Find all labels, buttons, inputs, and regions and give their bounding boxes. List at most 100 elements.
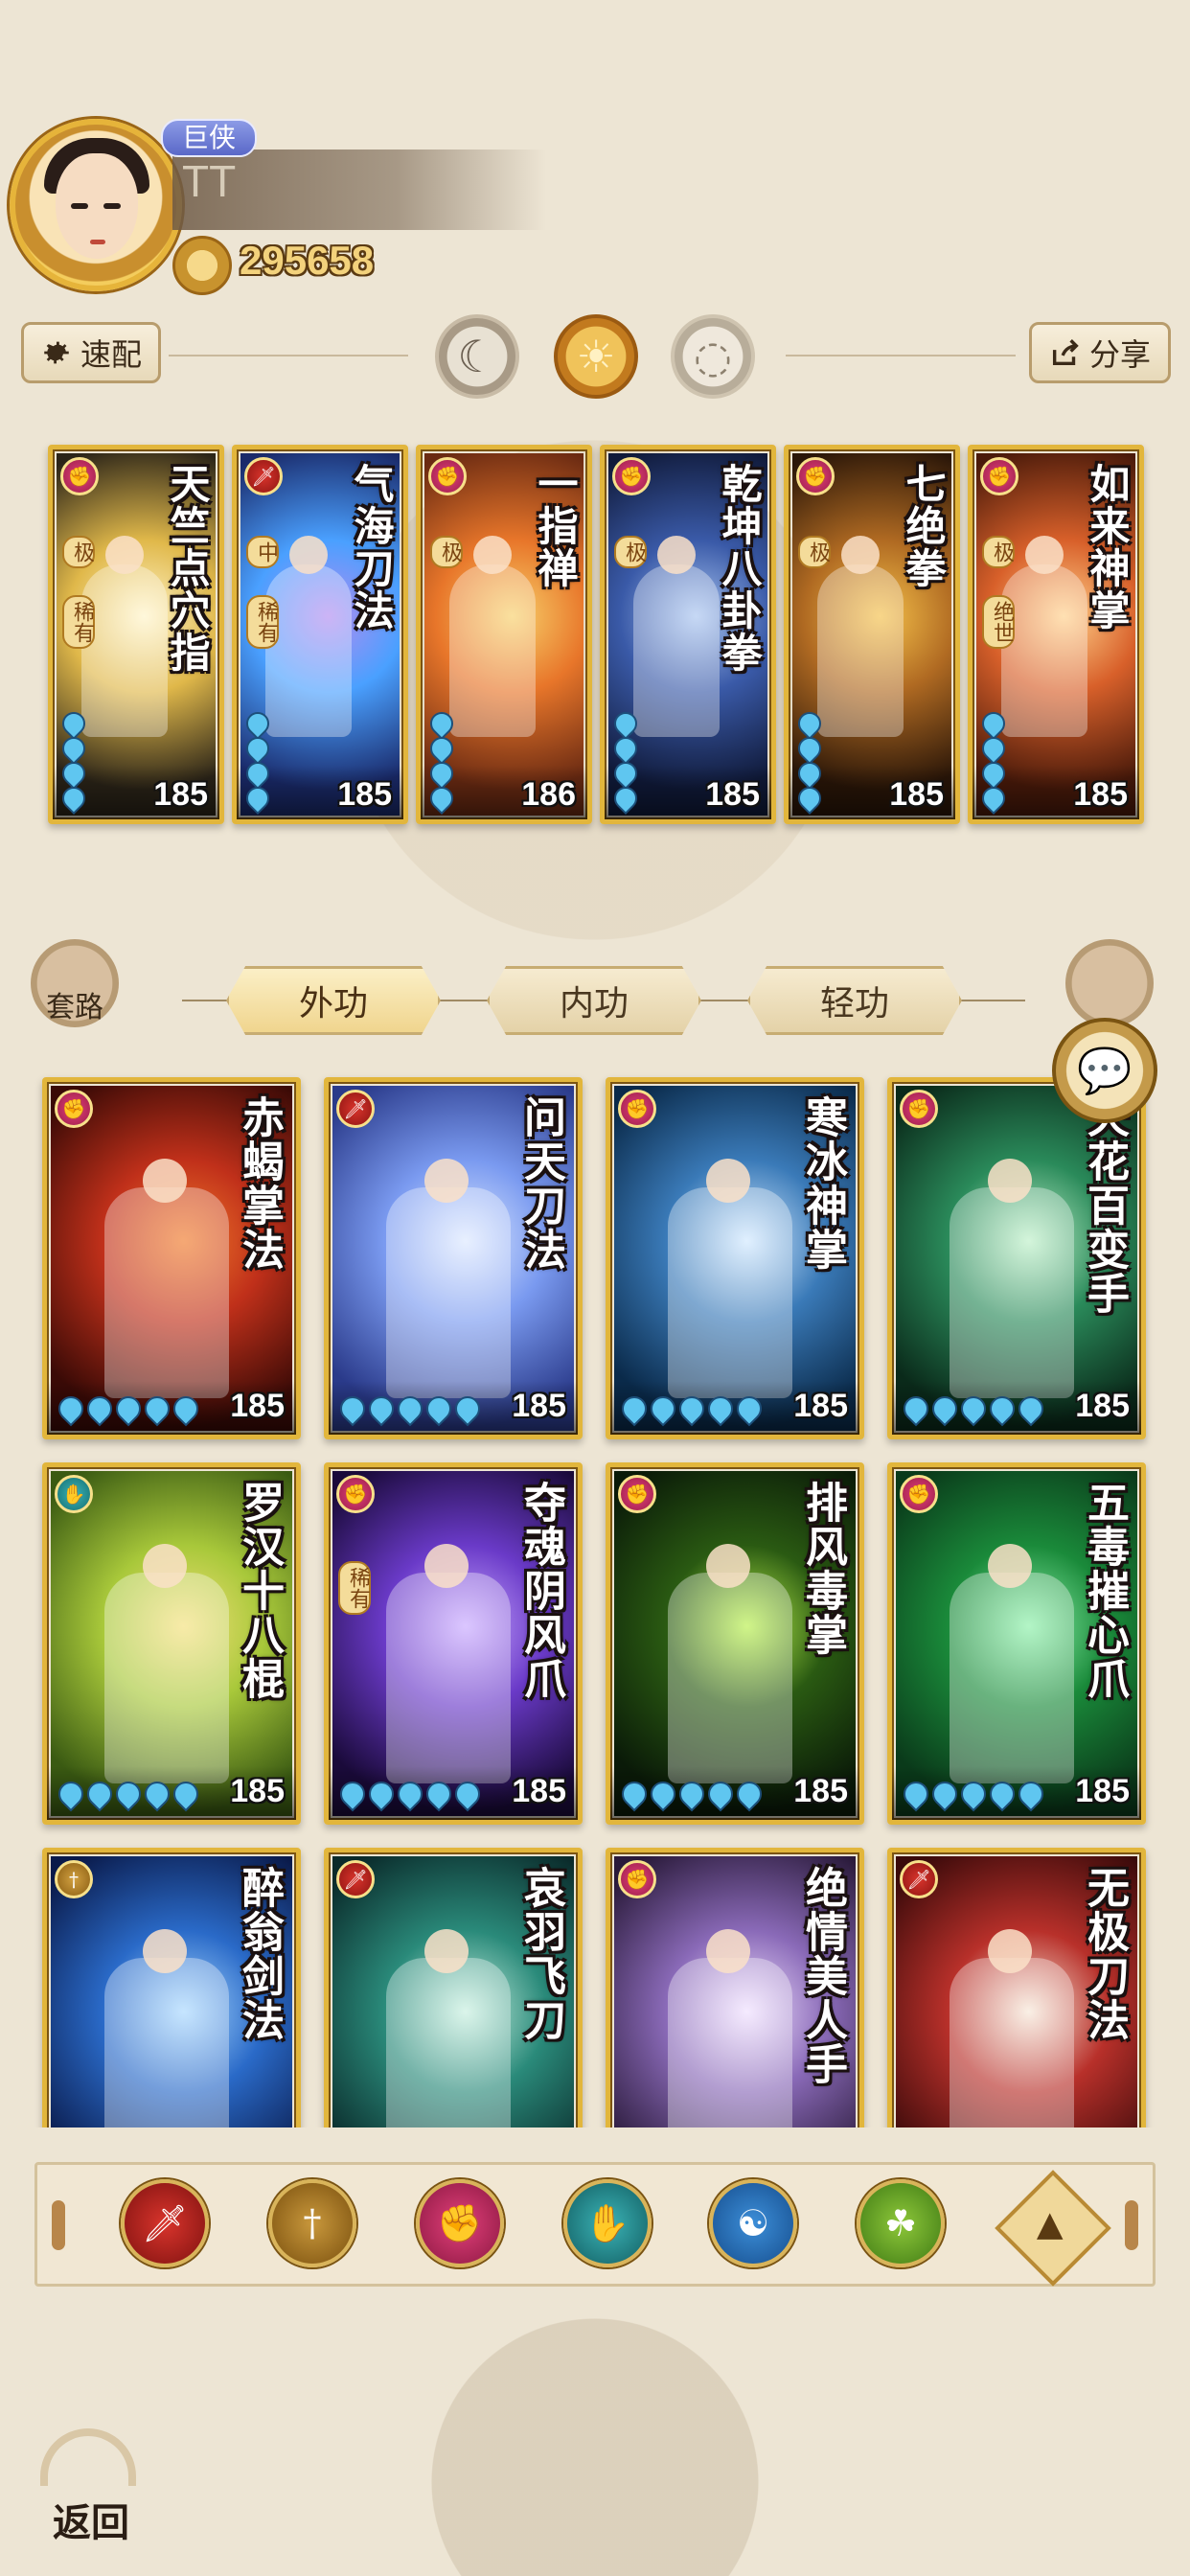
skill-card[interactable]: ✊ 夺魂阴风爪 稀有 185 — [324, 1462, 583, 1825]
fist-icon: ✊ — [55, 1090, 93, 1128]
hero-figure — [386, 1958, 511, 2128]
star-rating — [425, 707, 458, 815]
fist-icon[interactable]: ✊ — [416, 2179, 504, 2267]
star-drop-icon — [425, 782, 458, 815]
star-drop-icon — [609, 782, 642, 815]
skill-card[interactable]: ✊ 七绝拳极 185 — [784, 445, 960, 824]
skill-name: 赤蝎掌法 — [235, 1095, 284, 1272]
chat-icon[interactable]: 💬 — [1052, 1018, 1157, 1123]
hero-figure — [668, 1958, 792, 2128]
skill-card[interactable]: ✊ 乾坤八卦拳 极 185 — [600, 445, 776, 824]
skill-name: 排风毒掌 — [798, 1481, 847, 1657]
star-rating — [898, 1776, 1049, 1812]
skill-card[interactable]: ✊绝情美人手185 — [606, 1848, 864, 2128]
fist-icon: ✊ — [618, 1090, 656, 1128]
share-button[interactable]: 分享 — [1029, 322, 1171, 383]
star-drop-icon — [1013, 1391, 1049, 1427]
fist-icon: ✊ — [428, 457, 467, 495]
moon-mode-icon[interactable]: ☾ — [435, 314, 519, 399]
return-label: 返回 — [53, 2500, 129, 2545]
star-drop-icon — [609, 707, 642, 740]
skill-card[interactable]: ✋ 罗汉十八棍 185 — [42, 1462, 301, 1825]
skill-name: 罗汉十八棍 — [235, 1481, 284, 1701]
hero-figure — [81, 564, 168, 737]
routine-button[interactable]: 套路 — [31, 939, 119, 1027]
ring-mode-icon[interactable]: ◌ — [671, 314, 755, 399]
hero-head — [988, 1929, 1032, 1973]
star-drop-icon — [955, 1391, 992, 1427]
fist-icon: ✊ — [900, 1090, 938, 1128]
rarity-tag: 稀有 — [246, 595, 279, 649]
star-drop-icon — [392, 1776, 428, 1812]
tab-internal[interactable]: 内功 — [487, 966, 701, 1035]
hero-head — [143, 1159, 187, 1203]
skill-card[interactable]: 🗡无极刀法185 — [887, 1848, 1146, 2128]
skill-level: 185 — [793, 1388, 848, 1424]
skill-name: 寒冰神掌 — [798, 1095, 847, 1272]
title-badge: 巨侠 — [161, 119, 257, 157]
star-drop-icon — [609, 732, 642, 765]
filter-bar-end-left — [52, 2200, 65, 2250]
star-drop-icon — [425, 732, 458, 765]
blade-icon[interactable]: 🗡 — [121, 2179, 209, 2267]
taiji-icon[interactable]: ☯ — [709, 2179, 797, 2267]
skill-card[interactable]: 🗡哀羽飞刀185 — [324, 1848, 583, 2128]
skill-level: 185 — [512, 1773, 566, 1809]
poison-icon[interactable]: ☘ — [857, 2179, 945, 2267]
skill-card[interactable]: ✊ 如来神掌 极绝世 185 — [968, 445, 1144, 824]
hero-figure — [668, 1187, 792, 1398]
skill-name: 绝情美人手 — [798, 1866, 847, 2086]
star-drop-icon — [731, 1391, 767, 1427]
skill-level: 185 — [1075, 1388, 1130, 1424]
fist-icon: ✊ — [618, 1475, 656, 1513]
star-drop-icon — [955, 1776, 992, 1812]
star-drop-icon — [57, 707, 90, 740]
grade-tag: 中 — [246, 536, 279, 568]
skill-card[interactable]: ✊ 排风毒掌 185 — [606, 1462, 864, 1825]
quick-config-button[interactable]: 速配 — [21, 322, 161, 383]
star-drop-icon — [984, 1391, 1020, 1427]
skill-card[interactable]: 🗡 问天刀法 185 — [324, 1077, 583, 1439]
star-drop-icon — [674, 1776, 710, 1812]
skill-card[interactable]: ✊ 天花百变手 185 — [887, 1077, 1146, 1439]
skill-name: 如来神掌 — [1084, 463, 1131, 632]
tab-external[interactable]: 外功 — [226, 966, 441, 1035]
star-drop-icon — [1013, 1776, 1049, 1812]
filter-bar-end-right — [1125, 2200, 1138, 2250]
hero-figure — [668, 1573, 792, 1783]
star-drop-icon — [731, 1776, 767, 1812]
skill-card[interactable]: ✊ 一指禅极 186 — [416, 445, 592, 824]
skill-card[interactable]: 🗡 气海刀法 中稀有 185 — [232, 445, 408, 824]
star-drop-icon — [81, 1776, 118, 1812]
hero-figure — [104, 1958, 229, 2128]
blade-icon: 🗡 — [244, 457, 283, 495]
skill-name: 五毒摧心爪 — [1080, 1481, 1129, 1701]
skill-card[interactable]: ✊ 寒冰神掌 185 — [606, 1077, 864, 1439]
power-icon — [172, 236, 232, 295]
sun-mode-icon[interactable]: ☀ — [554, 314, 638, 399]
tab-lightness-label: 轻功 — [819, 984, 889, 1024]
star-drop-icon — [241, 757, 274, 790]
skill-card[interactable]: †醉翁剑法185 — [42, 1848, 301, 2128]
palm-icon[interactable]: ✋ — [563, 2179, 652, 2267]
tab-lightness[interactable]: 轻功 — [747, 966, 962, 1035]
star-drop-icon — [334, 1776, 371, 1812]
sword-icon[interactable]: † — [268, 2179, 356, 2267]
skill-card[interactable]: ✊ 五毒摧心爪 185 — [887, 1462, 1146, 1825]
secret-manual-button[interactable] — [1065, 939, 1154, 1027]
return-button[interactable]: 返回 — [29, 2423, 153, 2547]
skill-card[interactable]: ✊ 天竺点穴指 极稀有 185 — [48, 445, 224, 824]
blade-icon: 🗡 — [900, 1860, 938, 1898]
rarity-tag: 稀有 — [338, 1561, 371, 1615]
skill-level: 185 — [705, 776, 760, 813]
star-drop-icon — [334, 1391, 371, 1427]
star-drop-icon — [57, 757, 90, 790]
hero-head — [424, 1544, 469, 1588]
player-avatar[interactable] — [10, 119, 182, 291]
hero-figure — [386, 1187, 511, 1398]
star-drop-icon — [645, 1391, 681, 1427]
skill-name: 夺魂阴风爪 — [516, 1481, 565, 1701]
star-drop-icon — [609, 757, 642, 790]
hero-head — [657, 536, 696, 574]
skill-card[interactable]: ✊ 赤蝎掌法 185 — [42, 1077, 301, 1439]
